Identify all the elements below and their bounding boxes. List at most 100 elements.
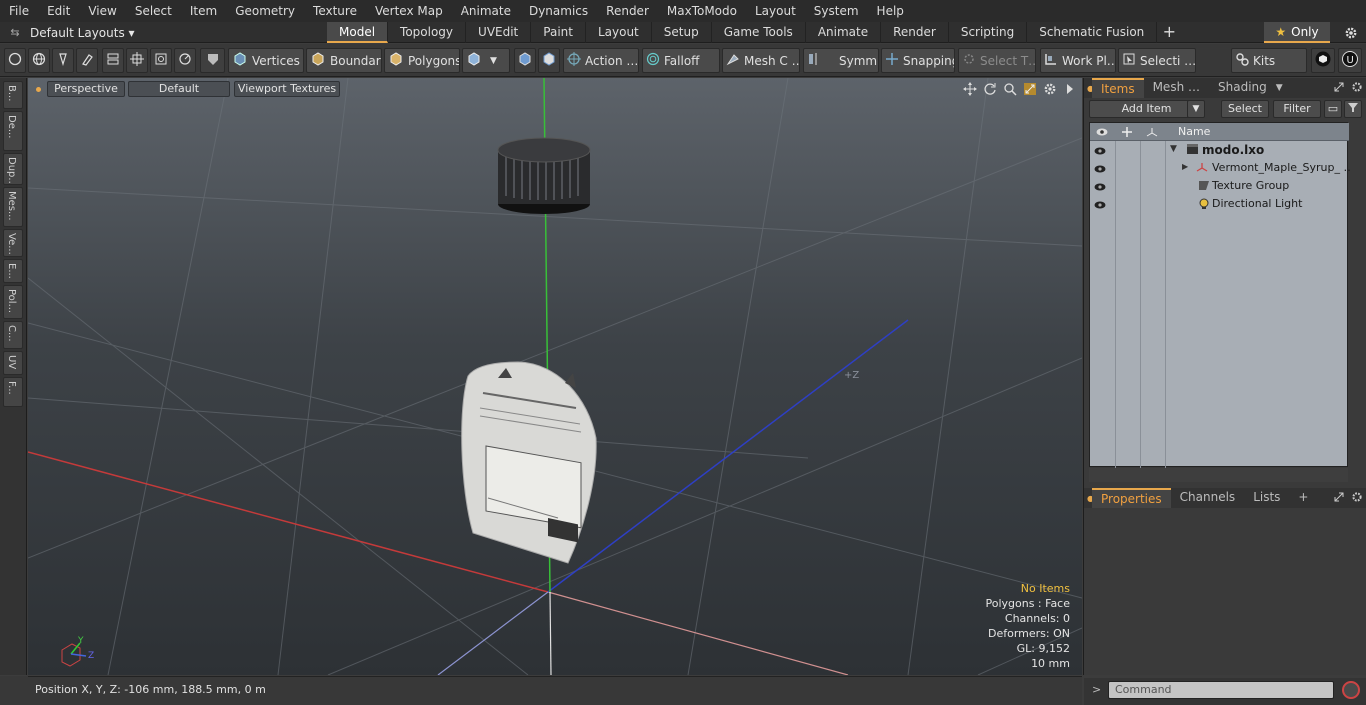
tab-model[interactable]: Model — [327, 22, 389, 43]
tree-horizontal-scrollbar[interactable] — [1089, 468, 1348, 482]
tab-scripting[interactable]: Scripting — [949, 22, 1028, 43]
tab-render[interactable]: Render — [881, 22, 949, 43]
tree-row-mesh[interactable]: ▶ Vermont_Maple_Syrup_ … — [1090, 159, 1355, 177]
item-mode-button[interactable]: ▼ — [462, 48, 510, 73]
visibility-column-icon[interactable] — [1092, 124, 1112, 140]
tab-channels[interactable]: Channels — [1171, 488, 1245, 508]
menu-file[interactable]: File — [0, 0, 38, 22]
kits-button[interactable]: Kits — [1231, 48, 1307, 73]
rotate-button[interactable] — [174, 48, 196, 73]
gear-icon[interactable] — [1338, 22, 1364, 43]
menu-maxtomodo[interactable]: MaxToModo — [658, 0, 746, 22]
name-column-header[interactable]: Name — [1178, 125, 1210, 138]
action-center-button[interactable]: Action … — [563, 48, 639, 73]
tab-shading[interactable]: Shading — [1209, 78, 1276, 98]
menu-dynamics[interactable]: Dynamics — [520, 0, 597, 22]
select-mode-button[interactable] — [4, 48, 26, 73]
mesh-constraint-button[interactable]: Mesh C … — [722, 48, 800, 73]
collapsed-triangle-icon[interactable]: ▶ — [1182, 162, 1188, 171]
tree-row-texture-group[interactable]: Texture Group — [1090, 177, 1349, 195]
props-gear-icon[interactable] — [1351, 491, 1363, 506]
tab-layout[interactable]: Layout — [586, 22, 652, 43]
falloff-button[interactable]: Falloff — [642, 48, 720, 73]
menu-edit[interactable]: Edit — [38, 0, 79, 22]
add-tab-button[interactable]: + — [1157, 22, 1181, 43]
frame-button[interactable] — [150, 48, 172, 73]
tab-items[interactable]: Items — [1092, 78, 1144, 98]
align-button[interactable] — [102, 48, 124, 73]
modo-kit-button[interactable] — [1311, 48, 1335, 73]
perspective-button[interactable]: Perspective — [47, 81, 125, 97]
visibility-eye-icon[interactable] — [1094, 180, 1106, 194]
menu-render[interactable]: Render — [597, 0, 658, 22]
left-tab-edge[interactable]: E... — [3, 259, 23, 283]
left-tab-duplicate[interactable]: Dup... — [3, 153, 23, 185]
only-button[interactable]: ★ Only — [1264, 22, 1330, 43]
left-tab-mesh-edit[interactable]: Mes... — [3, 187, 23, 227]
left-tab-uv[interactable]: UV — [3, 351, 23, 375]
menu-system[interactable]: System — [805, 0, 868, 22]
viewport-menu-dot[interactable] — [36, 87, 41, 92]
polygons-button[interactable]: Polygons — [384, 48, 460, 73]
tabs-chevron-down-icon[interactable]: ▼ — [1276, 83, 1283, 93]
filter-button[interactable]: Filter — [1273, 100, 1321, 118]
tab-properties[interactable]: Properties — [1092, 488, 1171, 508]
left-tab-polygon[interactable]: Pol... — [3, 285, 23, 319]
symmetry-button[interactable]: Symm … — [803, 48, 879, 73]
rotate-view-icon[interactable] — [982, 80, 998, 98]
lock-column-icon[interactable] — [1117, 124, 1137, 140]
boundary-button[interactable]: Boundary — [306, 48, 382, 73]
tree-vertical-scrollbar[interactable] — [1350, 122, 1362, 482]
menu-select[interactable]: Select — [126, 0, 181, 22]
tab-animate[interactable]: Animate — [806, 22, 882, 43]
visibility-eye-icon[interactable] — [1094, 162, 1106, 176]
left-tab-deform[interactable]: De... — [3, 111, 23, 151]
record-macro-icon[interactable] — [1342, 681, 1360, 699]
swap-arrows-icon[interactable]: ⇆ — [0, 26, 30, 39]
command-input[interactable]: Command — [1108, 681, 1334, 699]
menu-geometry[interactable]: Geometry — [226, 0, 304, 22]
visibility-eye-icon[interactable] — [1094, 198, 1106, 212]
expand-triangle-icon[interactable]: ▼ — [1170, 144, 1177, 154]
tab-topology[interactable]: Topology — [388, 22, 467, 43]
globe-button[interactable] — [28, 48, 50, 73]
tree-row-directional-light[interactable]: Directional Light — [1090, 195, 1349, 213]
center-button[interactable] — [126, 48, 148, 73]
select-button[interactable]: Select — [1221, 100, 1269, 118]
tab-paint[interactable]: Paint — [531, 22, 586, 43]
menu-layout[interactable]: Layout — [746, 0, 805, 22]
menu-help[interactable]: Help — [868, 0, 913, 22]
left-tab-basic[interactable]: B... — [3, 81, 23, 109]
funnel-icon[interactable] — [1344, 100, 1362, 118]
bottle-label[interactable] — [461, 361, 597, 564]
vertices-button[interactable]: Vertices — [228, 48, 304, 73]
menu-vertex-map[interactable]: Vertex Map — [366, 0, 452, 22]
viewport-textures-button[interactable]: Viewport Textures — [234, 81, 340, 97]
command-history-icon[interactable]: > — [1092, 683, 1101, 696]
tab-lists[interactable]: Lists — [1244, 488, 1289, 508]
texture-button[interactable] — [538, 48, 560, 73]
tab-setup[interactable]: Setup — [652, 22, 712, 43]
left-tab-curve[interactable]: C... — [3, 321, 23, 349]
add-props-tab-button[interactable]: + — [1289, 488, 1317, 508]
fit-view-icon[interactable] — [1022, 80, 1038, 98]
zoom-view-icon[interactable] — [1002, 80, 1018, 98]
select-through-button[interactable]: Select T… — [958, 48, 1036, 73]
shade-button[interactable] — [200, 48, 225, 73]
selection-sets-button[interactable]: Selecti … — [1118, 48, 1196, 73]
expand-panel-icon[interactable] — [1333, 81, 1345, 96]
3d-viewport[interactable]: Y Z +Z Perspective Default Viewport Text… — [28, 78, 1082, 675]
visibility-eye-icon[interactable] — [1094, 144, 1106, 158]
expand-panel-icon[interactable] — [1333, 491, 1345, 506]
work-plane-button[interactable]: Work Pl… — [1040, 48, 1116, 73]
default-style-button[interactable]: Default — [128, 81, 230, 97]
left-tab-fusion[interactable]: F... — [3, 377, 23, 407]
brush-button[interactable] — [76, 48, 98, 73]
tree-row-scene[interactable]: ▼ modo.lxo — [1090, 141, 1349, 159]
material-button[interactable] — [514, 48, 536, 73]
collapse-icon[interactable]: ▭ — [1324, 100, 1342, 118]
pen-button[interactable] — [52, 48, 74, 73]
left-tab-vertex[interactable]: Ve... — [3, 229, 23, 257]
add-item-dropdown-icon[interactable]: ▼ — [1187, 100, 1205, 118]
bottle-cap[interactable] — [497, 137, 591, 214]
